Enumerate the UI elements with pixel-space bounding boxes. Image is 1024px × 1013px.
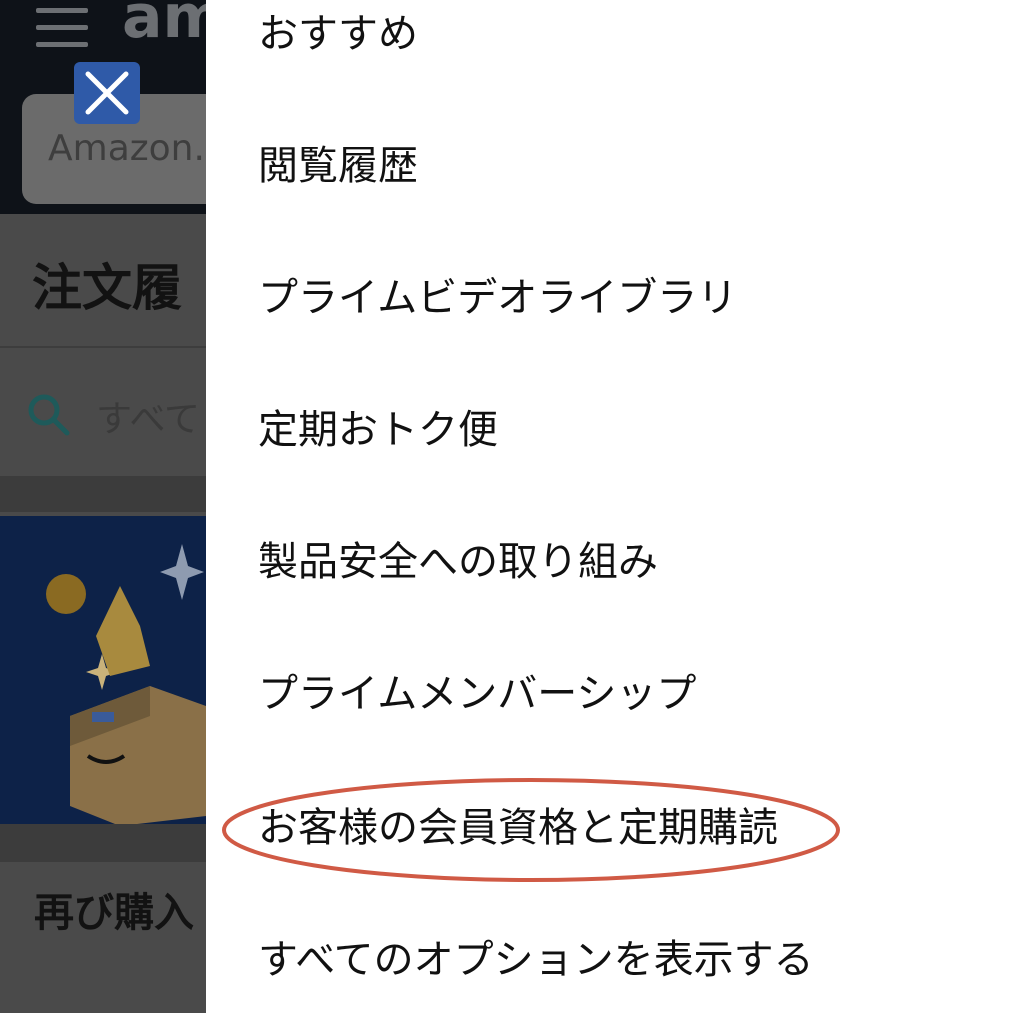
menu-item-prime-membership[interactable]: プライムメンバーシップ: [258, 668, 696, 720]
search-placeholder: Amazon.: [48, 128, 205, 169]
search-icon: [28, 394, 70, 436]
order-filter-placeholder: すべて: [96, 399, 201, 440]
rebuy-heading: 再び購入: [34, 890, 194, 936]
page-title: 注文履: [32, 259, 182, 317]
menu-item-view-all-options[interactable]: すべてのオプションを表示する: [258, 934, 814, 986]
promo-gift-box-image: [46, 544, 206, 826]
menu-item-subscribe-and-save[interactable]: 定期おトク便: [258, 404, 498, 456]
highlight-circle-annotation: [222, 778, 840, 882]
hamburger-icon[interactable]: [36, 8, 88, 50]
menu-item-recommendations[interactable]: おすすめ: [258, 8, 418, 60]
close-icon: [85, 71, 129, 115]
menu-item-browsing-history[interactable]: 閲覧履歴: [258, 140, 418, 192]
close-button[interactable]: [74, 62, 140, 124]
menu-item-prime-video-library[interactable]: プライムビデオライブラリ: [258, 272, 737, 324]
navigation-drawer: おすすめ 閲覧履歴 プライムビデオライブラリ 定期おトク便 製品安全への取り組み…: [206, 0, 1024, 1013]
menu-item-product-safety[interactable]: 製品安全への取り組み: [258, 536, 658, 588]
